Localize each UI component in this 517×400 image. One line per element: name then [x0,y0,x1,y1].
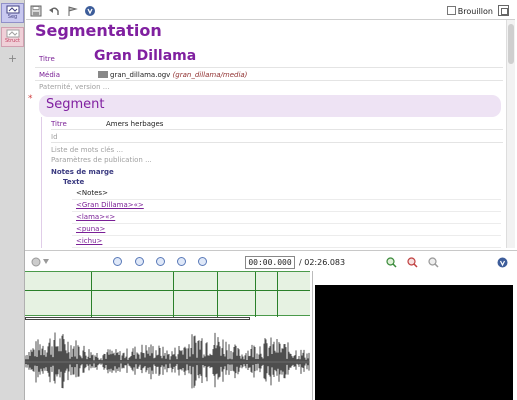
flag-icon[interactable] [66,5,78,17]
segmentation-icon [6,5,19,14]
note-link[interactable]: <Gran Dillama>«> [76,201,144,209]
list-item[interactable]: <ichu> [72,236,501,248]
add-tab-button[interactable]: + [1,53,24,67]
page-title: Segmentation [35,21,162,40]
draft-toggle[interactable]: Brouillon [446,6,493,16]
segment-title-label: Titre [51,120,67,128]
media-file-name: gran_dillama.ogv [110,71,171,79]
tab-segmentation[interactable]: Seg [1,3,24,23]
segment-boundary[interactable] [173,272,174,317]
zoom-out-icon[interactable] [407,257,418,268]
timeline-scroll-bar[interactable] [25,317,250,320]
note-link[interactable]: <puna> [76,225,105,233]
chevron-down-icon[interactable] [43,259,49,264]
segment-title-field[interactable]: Amers herbages [106,120,163,128]
tab-seg-label: Seg [7,14,18,20]
divider [51,129,503,130]
divider [35,80,503,81]
media-field[interactable]: gran_dillama.ogv (gran_dillama/media) [98,71,247,79]
video-file-icon [98,71,108,78]
video-preview [315,285,513,400]
segment-boundary[interactable] [217,272,218,317]
media-label: Média [39,71,61,79]
required-marker: * [28,94,33,104]
note-link[interactable]: <lama>«> [76,213,115,221]
list-item[interactable]: <puna> [72,224,501,236]
settings-icon[interactable] [31,257,41,267]
skip-end-button[interactable] [198,257,207,266]
current-time-field[interactable]: 00:00.000 [245,256,295,269]
segment-header[interactable]: Segment [39,95,501,117]
undo-icon[interactable] [48,5,60,17]
form-scrollbar[interactable] [506,20,515,248]
segment-boundary[interactable] [91,272,92,317]
rewind-button[interactable] [135,257,144,266]
maximize-button[interactable] [498,5,509,16]
scrollbar-thumb[interactable] [508,24,514,64]
player-controls: 00:00.000 / 02:26.083 [25,253,517,271]
plus-icon: + [7,52,18,65]
forward-button[interactable] [177,257,186,266]
draft-checkbox[interactable] [446,6,456,15]
title-field[interactable]: Gran Dillama [94,48,196,64]
help-icon[interactable] [497,257,508,268]
timeline-track-divider [25,290,310,291]
note-link[interactable]: <ichu> [76,237,102,245]
save-icon[interactable] [30,5,42,17]
tab-struct-label: Struct [4,38,21,44]
media-path: (gran_dillama/media) [172,71,248,79]
divider [51,142,503,143]
skip-start-button[interactable] [113,257,122,266]
segment-heading: Segment [46,97,105,112]
structure-icon [6,29,19,38]
title-label: Titre [39,55,55,63]
timeline-grid[interactable] [25,271,310,317]
text-label: Texte [63,178,85,186]
list-item[interactable]: <lama>«> [72,212,501,224]
waveform-trace [25,332,310,389]
panel-splitter[interactable] [312,271,313,400]
keywords-link[interactable]: Liste de mots clés ... [51,146,123,154]
segment-boundary[interactable] [255,272,256,317]
divider [35,67,503,68]
tab-structure[interactable]: Struct [1,27,24,47]
paternity-link[interactable]: Paternité, version ... [39,83,109,91]
form-editor: Segmentation Titre Gran Dillama Média gr… [26,20,515,248]
zoom-in-icon[interactable] [386,257,397,268]
audio-waveform[interactable] [25,323,310,400]
margin-notes-label: Notes de marge [51,168,114,176]
list-item[interactable]: <Gran Dillama>«> [72,200,501,212]
id-label: Id [51,133,58,141]
help-icon[interactable] [84,5,96,17]
list-item[interactable]: <Notes> [72,188,501,200]
notes-list: <Notes> <Gran Dillama>«> <lama>«> <puna>… [72,188,501,248]
editor-toolbar: Brouillon [26,2,515,20]
segment-boundary[interactable] [277,272,278,317]
media-player: 00:00.000 / 02:26.083 [25,250,517,400]
publication-link[interactable]: Paramètres de publication ... [51,156,152,164]
left-tab-strip: Seg Struct + [0,0,25,400]
segment-timeline[interactable] [25,271,310,400]
note-text: <Notes> [76,189,108,197]
draft-label: Brouillon [457,7,493,16]
duration-label: / 02:26.083 [299,258,346,267]
zoom-fit-icon[interactable] [428,257,439,268]
play-button[interactable] [156,257,165,266]
